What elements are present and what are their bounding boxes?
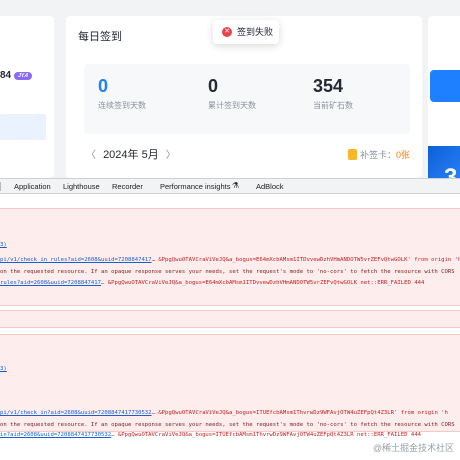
source-location-link[interactable]: 3) <box>0 242 7 248</box>
remedy-card-info[interactable]: 补签卡：0张 <box>347 148 410 161</box>
stat-value: 0 <box>98 76 109 96</box>
console-output: 3) pi/v1/check_in_rules?aid=2608&uuid=720… <box>0 194 460 460</box>
tab-application[interactable]: Application <box>14 182 51 191</box>
right-side-card: 3 <box>428 16 460 178</box>
prev-month-icon[interactable]: 〈 <box>86 146 96 161</box>
stat-label: 连续签到天数 <box>98 101 146 110</box>
sidebar-selected-item[interactable] <box>0 114 46 140</box>
console-error-line: 3) <box>0 242 7 248</box>
promo-banner[interactable]: 3 <box>428 146 460 178</box>
watermark: @稀土掘金技术社区 <box>372 443 454 453</box>
user-card: 84 JY.4 <box>0 16 54 178</box>
checkin-stats: 0 连续签到天数 0 累计签到天数 354 当前矿石数 <box>84 64 410 134</box>
stat-label: 累计签到天数 <box>208 101 256 110</box>
console-error-block <box>0 334 460 432</box>
request-url-link[interactable]: rules?aid=2608&uuid=7208847417 <box>0 280 101 286</box>
stat-total-days: 0 累计签到天数 <box>208 76 256 111</box>
tab-divider <box>0 182 1 191</box>
console-error-line: pi/v1/check_in_rules?aid=2608&uuid=72088… <box>0 257 460 263</box>
request-url-link[interactable]: pi/v1/check_in_rules?aid=2608&uuid=72088… <box>0 257 152 263</box>
error-message: … &PpgQwuOTAVCraViVeJQ&a_bogus=E64mXcbAM… <box>151 257 460 263</box>
page-title: 每日签到 <box>78 31 122 43</box>
console-error-line: pi/v1/check_in?aid=2608&uuid=72088474177… <box>0 410 448 416</box>
stat-label: 当前矿石数 <box>313 101 353 110</box>
tab-performance-insights[interactable]: Performance insights <box>160 182 230 191</box>
request-url-link[interactable]: pi/v1/check_in?aid=2608&uuid=72088474177… <box>0 410 152 416</box>
console-error-block <box>0 310 460 328</box>
stat-ore-count: 354 当前矿石数 <box>313 76 353 111</box>
devtools-tabbar: Application Lighthouse Recorder Performa… <box>0 178 460 194</box>
user-count: 84 <box>0 70 12 81</box>
tab-recorder[interactable]: Recorder <box>112 182 143 191</box>
console-error-line: rules?aid=2608&uuid=7208847417… &PpgQwuO… <box>0 280 424 286</box>
level-badge: JY.4 <box>14 72 32 80</box>
remedy-count: 0张 <box>395 150 410 160</box>
stat-value: 354 <box>313 76 344 96</box>
stat-continuous-days: 0 连续签到天数 <box>98 76 146 111</box>
toast-message: 签到失败 <box>237 27 274 37</box>
stat-value: 0 <box>208 76 219 96</box>
next-month-icon[interactable]: 〉 <box>166 146 176 161</box>
error-message: on the requested resource. If an opaque … <box>0 422 455 428</box>
error-message: … &PpgQwuOTAVCraViVeJQ&a_bogus=E64mXcbAM… <box>101 280 425 286</box>
console-error-line: on the requested resource. If an opaque … <box>0 422 455 428</box>
console-error-line: 3) <box>0 366 7 372</box>
remedy-label: 补签卡： <box>359 150 396 160</box>
remedy-card-icon <box>347 149 357 160</box>
error-toast: ✕ 签到失败 <box>213 20 279 44</box>
request-url-link[interactable]: in?aid=2608&uuid=7208847417730532 <box>0 432 111 438</box>
error-message: … &PpgQwuOTAVCraViVeJQ&a_bogus=ITUEfcbAM… <box>111 432 421 438</box>
juejin-page: 84 JY.4 每日签到 0 连续签到天数 0 累计签到天数 354 当前矿石数… <box>0 0 460 178</box>
error-message: on the requested resource. If an opaque … <box>0 269 455 275</box>
devtools-panel: Application Lighthouse Recorder Performa… <box>0 178 460 460</box>
flask-icon: ⚗ <box>232 181 240 190</box>
banner-text: 3 <box>444 164 458 178</box>
calendar-month: 2024年 5月 <box>103 149 159 161</box>
console-error-line: in?aid=2608&uuid=7208847417730532… &PpgQ… <box>0 432 421 438</box>
source-location-link[interactable]: 3) <box>0 366 7 372</box>
close-circle-icon: ✕ <box>222 27 232 37</box>
calendar-header: 〈 2024年 5月 〉 <box>86 146 180 162</box>
tab-lighthouse[interactable]: Lighthouse <box>63 182 100 191</box>
tab-adblock[interactable]: AdBlock <box>256 182 284 191</box>
error-message: … &PpgQwuOTAVCraViVeJQ&a_bogus=ITUEfcbAM… <box>151 410 448 416</box>
checkin-button[interactable] <box>430 70 460 102</box>
console-error-line: on the requested resource. If an opaque … <box>0 269 455 275</box>
